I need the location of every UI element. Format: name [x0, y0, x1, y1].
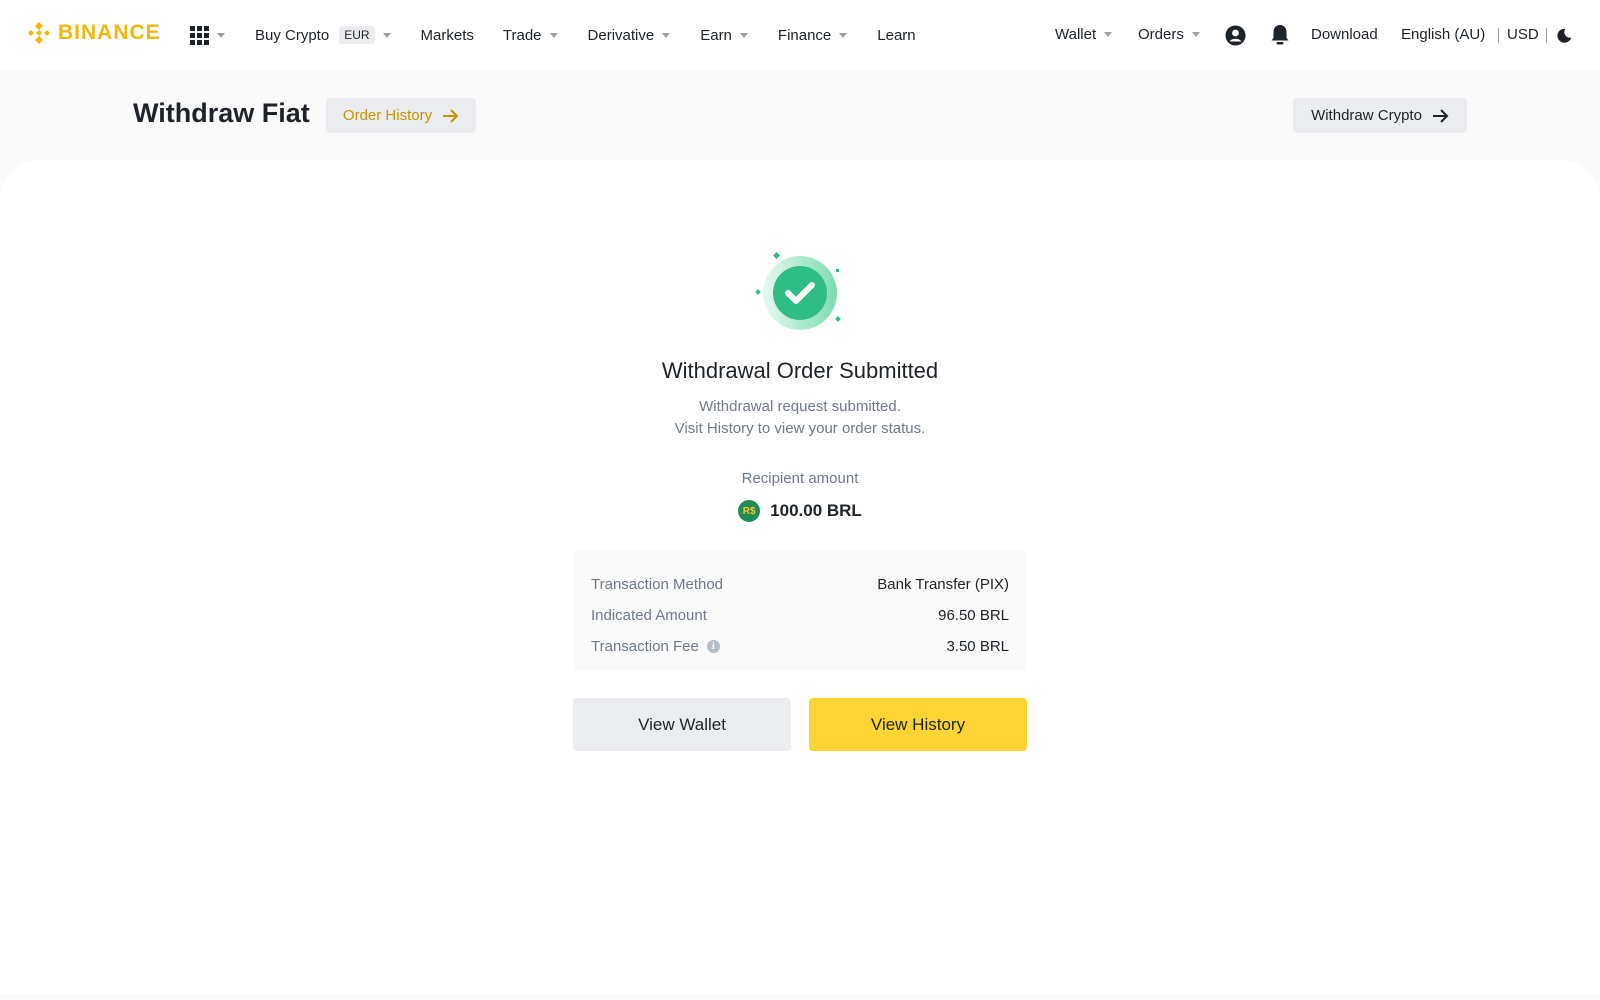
- nav-trade-label: Trade: [502, 26, 542, 44]
- binance-logo[interactable]: BINANCE: [26, 20, 161, 46]
- nav-orders[interactable]: Orders: [1138, 26, 1200, 43]
- view-wallet-button[interactable]: View Wallet: [573, 698, 791, 751]
- detail-label-text: Transaction Fee: [591, 638, 699, 655]
- caret-down-icon: [217, 32, 225, 38]
- bell-icon: [1271, 25, 1289, 45]
- grid-icon: [190, 25, 209, 45]
- nav-trade[interactable]: Trade: [503, 27, 558, 44]
- notifications-button[interactable]: [1270, 24, 1290, 46]
- nav-buy-crypto-label: Buy Crypto: [255, 26, 330, 44]
- page-title: Withdraw Fiat: [133, 98, 310, 128]
- nav-learn-label: Learn: [877, 26, 916, 44]
- nav-markets[interactable]: Markets: [421, 27, 474, 44]
- user-profile-button[interactable]: [1225, 25, 1246, 46]
- nav-earn-label: Earn: [700, 26, 732, 44]
- detail-value: 3.50 BRL: [946, 638, 1009, 655]
- nav-earn[interactable]: Earn: [700, 27, 748, 44]
- detail-row-fee: Transaction Fee i 3.50 BRL: [591, 631, 1009, 662]
- user-icon: [1225, 25, 1246, 46]
- order-history-label: Order History: [342, 107, 433, 124]
- nav-derivative-label: Derivative: [587, 26, 655, 44]
- withdraw-crypto-label: Withdraw Crypto: [1311, 107, 1422, 124]
- top-nav: BINANCE Buy Crypto EUR Markets Trade Der…: [0, 0, 1600, 70]
- nav-finance-label: Finance: [777, 26, 832, 44]
- apps-menu-button[interactable]: [190, 25, 225, 45]
- caret-down-icon: [739, 32, 748, 38]
- withdraw-crypto-button[interactable]: Withdraw Crypto: [1293, 98, 1467, 133]
- currency-label: USD: [1507, 26, 1539, 43]
- order-history-button[interactable]: Order History: [326, 98, 476, 133]
- recipient-amount-label: Recipient amount: [741, 470, 859, 487]
- binance-logo-icon: [28, 22, 50, 44]
- divider: [1498, 28, 1499, 43]
- nav-orders-label: Orders: [1138, 26, 1184, 43]
- language-selector[interactable]: English (AU): [1401, 26, 1485, 43]
- arrow-right-icon: [443, 108, 459, 123]
- caret-down-icon: [662, 32, 671, 38]
- result-subtitle-line1: Withdrawal request submitted.: [699, 398, 901, 415]
- detail-label-text: Transaction Method: [591, 576, 724, 593]
- nav-wallet[interactable]: Wallet: [1055, 26, 1113, 43]
- caret-down-icon: [1104, 32, 1113, 37]
- download-label: Download: [1311, 26, 1378, 43]
- result-subtitle-line2: Visit History to view your order status.: [674, 420, 926, 437]
- nav-learn[interactable]: Learn: [877, 27, 915, 44]
- detail-label: Transaction Method: [591, 576, 723, 593]
- language-label: English (AU): [1401, 26, 1486, 43]
- success-check-icon: [752, 250, 846, 340]
- divider: [1546, 28, 1547, 43]
- detail-label: Indicated Amount: [591, 607, 707, 624]
- detail-row-method: Transaction Method Bank Transfer (PIX): [591, 569, 1009, 600]
- detail-label: Transaction Fee i: [591, 638, 720, 655]
- detail-row-indicated-amount: Indicated Amount 96.50 BRL: [591, 600, 1009, 631]
- view-history-button[interactable]: View History: [809, 698, 1027, 751]
- arrow-right-icon: [1432, 108, 1449, 123]
- nav-finance[interactable]: Finance: [777, 26, 848, 44]
- logo-text: BINANCE: [58, 21, 161, 44]
- detail-label-text: Indicated Amount: [591, 607, 707, 624]
- caret-down-icon: [1191, 32, 1200, 37]
- brl-coin-icon: R$: [738, 500, 761, 522]
- nav-buy-crypto[interactable]: Buy Crypto EUR: [255, 26, 391, 44]
- moon-icon: [1557, 28, 1572, 43]
- nav-wallet-label: Wallet: [1055, 26, 1097, 43]
- detail-value: Bank Transfer (PIX): [877, 576, 1009, 593]
- currency-selector[interactable]: USD: [1507, 26, 1539, 43]
- theme-toggle-button[interactable]: [1557, 28, 1573, 44]
- info-icon[interactable]: i: [706, 640, 720, 653]
- recipient-amount: R$ 100.00 BRL: [0, 500, 1600, 522]
- result-title: Withdrawal Order Submitted: [661, 358, 939, 383]
- caret-down-icon: [382, 32, 391, 38]
- currency-badge[interactable]: EUR: [339, 26, 375, 44]
- caret-down-icon: [549, 32, 558, 38]
- nav-derivative[interactable]: Derivative: [588, 27, 671, 44]
- transaction-details: Transaction Method Bank Transfer (PIX) I…: [573, 551, 1027, 671]
- recipient-amount-value: 100.00 BRL: [770, 501, 862, 520]
- nav-markets-label: Markets: [420, 26, 474, 44]
- detail-value: 96.50 BRL: [938, 607, 1009, 624]
- download-link[interactable]: Download: [1311, 26, 1378, 43]
- main-nav: Buy Crypto EUR Markets Trade Derivative …: [190, 0, 916, 70]
- caret-down-icon: [839, 32, 848, 38]
